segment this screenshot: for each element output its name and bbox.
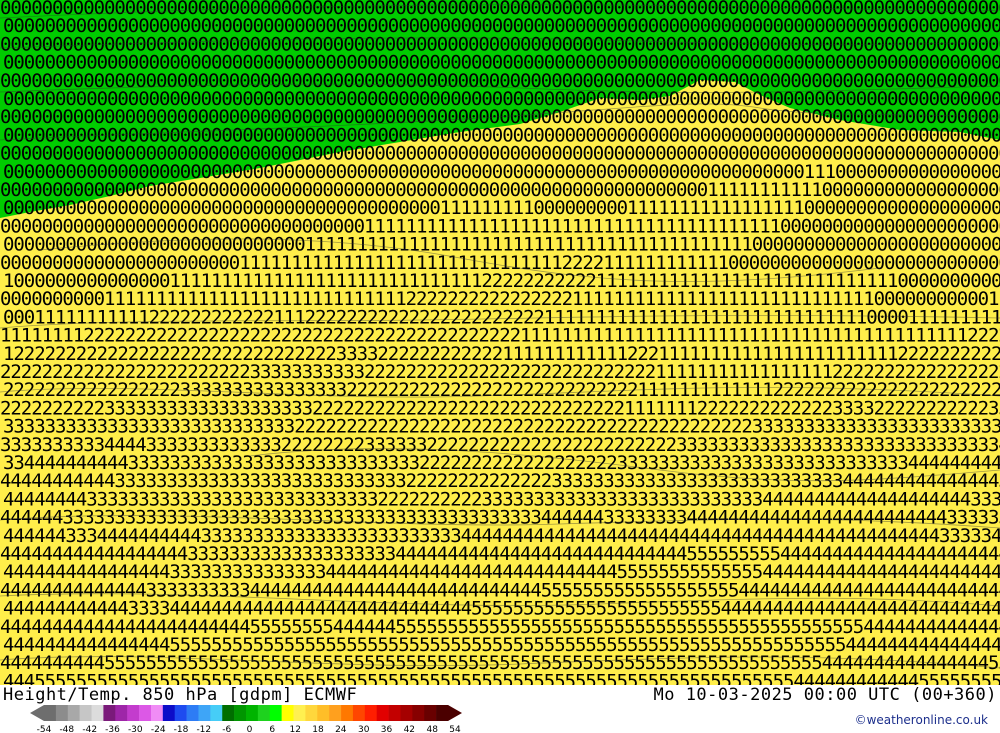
valid-time: Mo 10-03-2025 00:00 UTC (00+360) [653,687,997,704]
legend-swatch [341,705,354,721]
legend-swatch [388,705,401,721]
map-footer: Height/Temp. 850 hPa [gdpm] ECMWF Mo 10-… [0,685,1000,733]
legend-tick-label: -18 [174,725,189,733]
legend-swatch [67,705,80,721]
map-title: Height/Temp. 850 hPa [gdpm] ECMWF [3,687,357,704]
legend-swatch [103,705,116,721]
source-credit[interactable]: ©weatheronline.co.uk [855,713,988,727]
legend-arrow-right [448,705,462,721]
legend-swatch [352,705,366,721]
legend-tick-label: 48 [426,725,438,733]
legend-swatch [400,705,413,721]
color-legend-ticks: -54 -48 -42 -36 -30 -24 -18 -12 -6 0 6 12 18 24 30 36 42… [37,725,461,733]
legend-swatch [174,705,187,721]
legend-swatch [376,705,389,721]
legend-swatch [436,705,449,721]
legend-swatch [139,705,152,721]
legend-tick-label: -6 [222,725,231,733]
legend-swatch [364,705,377,721]
legend-tick-label: 12 [289,725,300,733]
legend-tick-label: -30 [128,725,143,733]
legend-swatch [293,705,306,721]
temperature-digit-grid: 0000000000000000000000000000000000000000… [0,0,1000,685]
legend-arrow-left [30,705,44,721]
legend-tick-label: -48 [59,725,74,733]
legend-swatch [246,705,259,721]
legend-swatch [234,705,247,721]
legend-swatch [44,705,57,721]
legend-swatch [186,705,199,721]
legend-swatch [91,705,104,721]
legend-swatch [329,705,342,721]
temperature-map: 0000000000000000000000000000000000000000… [0,0,1000,685]
legend-tick-label: -12 [196,725,211,733]
legend-swatch [162,705,175,721]
legend-swatch [150,705,164,721]
legend-swatch [305,705,318,721]
legend-tick-label: -24 [151,725,166,733]
temperature-digit: 5 [991,670,1000,685]
legend-tick-label: -42 [82,725,97,733]
legend-swatch [198,705,211,721]
legend-tick-label: 30 [358,725,370,733]
legend-tick-label: 0 [247,725,253,733]
legend-swatch [257,705,271,721]
legend-swatch [115,705,128,721]
legend-swatch [210,705,223,721]
legend-swatch [79,705,92,721]
legend-swatch [424,705,437,721]
legend-swatch [317,705,330,721]
legend-tick-label: 42 [404,725,415,733]
legend-swatch [281,705,294,721]
legend-swatch [55,705,69,721]
legend-tick-label: 6 [269,725,275,733]
legend-swatch [412,705,425,721]
legend-swatch [127,705,140,721]
legend-tick-label: -36 [105,725,120,733]
legend-swatch [269,705,282,721]
legend-tick-label: 54 [449,725,461,733]
legend-tick-label: -54 [37,725,52,733]
legend-tick-label: 36 [381,725,393,733]
color-legend-bar [30,705,462,721]
legend-tick-label: 18 [312,725,324,733]
legend-swatch [222,705,235,721]
legend-tick-label: 24 [335,725,347,733]
